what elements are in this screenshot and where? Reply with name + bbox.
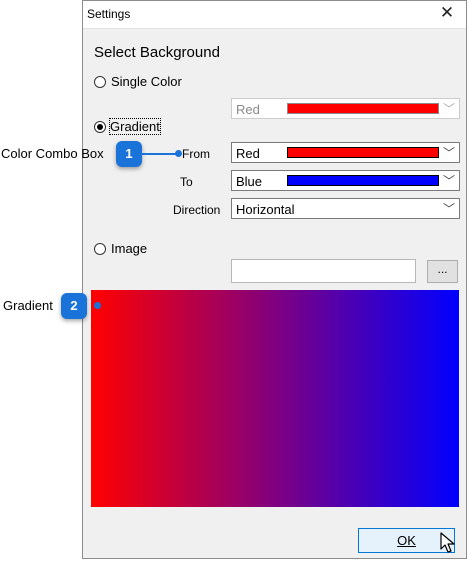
close-icon[interactable]: ✕ — [435, 3, 459, 23]
callout-1-label: Color Combo Box — [1, 146, 104, 161]
mouse-cursor-icon — [440, 532, 455, 553]
callout-1-dot — [175, 150, 182, 157]
to-color-combo[interactable]: Blue ﹀ — [231, 170, 460, 191]
single-color-label[interactable]: Single Color — [111, 74, 182, 89]
callout-2-label: Gradient — [3, 298, 53, 313]
from-color-value: Red — [236, 146, 260, 161]
callout-2-badge: 2 — [61, 293, 87, 319]
callout-1-connector — [142, 153, 178, 155]
gradient-preview — [91, 290, 459, 507]
single-color-value: Red — [236, 102, 260, 117]
gradient-radio[interactable] — [94, 121, 106, 133]
single-color-swatch — [287, 103, 439, 114]
chevron-down-icon: ﹀ — [442, 146, 455, 160]
image-path-field[interactable] — [231, 259, 416, 283]
title-bar: Settings ✕ — [83, 1, 466, 29]
to-label: To — [180, 175, 193, 189]
callout-2-dot — [94, 302, 101, 309]
image-radio[interactable] — [94, 243, 106, 255]
gradient-label[interactable]: Gradient — [109, 118, 161, 135]
window-title: Settings — [87, 7, 131, 21]
image-label[interactable]: Image — [111, 241, 147, 256]
direction-label: Direction — [173, 203, 221, 217]
direction-select[interactable]: Horizontal ﹀ — [231, 198, 460, 219]
settings-dialog: Settings ✕ Select Background Single Colo… — [82, 0, 467, 559]
chevron-down-icon: ﹀ — [442, 174, 455, 188]
single-color-radio[interactable] — [94, 76, 106, 88]
from-color-combo[interactable]: Red ﹀ — [231, 142, 460, 163]
chevron-down-icon: ﹀ — [442, 202, 455, 216]
single-color-combo: Red ﹀ — [231, 98, 460, 119]
chevron-down-icon: ﹀ — [442, 102, 455, 116]
from-label: From — [182, 147, 210, 161]
to-color-swatch — [287, 175, 439, 186]
to-color-value: Blue — [236, 174, 263, 189]
ok-label: OK — [397, 533, 416, 548]
callout-1-badge: 1 — [116, 141, 142, 167]
direction-value: Horizontal — [236, 202, 295, 217]
browse-button[interactable]: ... — [427, 260, 458, 283]
section-heading: Select Background — [94, 44, 220, 61]
from-color-swatch — [287, 147, 439, 158]
